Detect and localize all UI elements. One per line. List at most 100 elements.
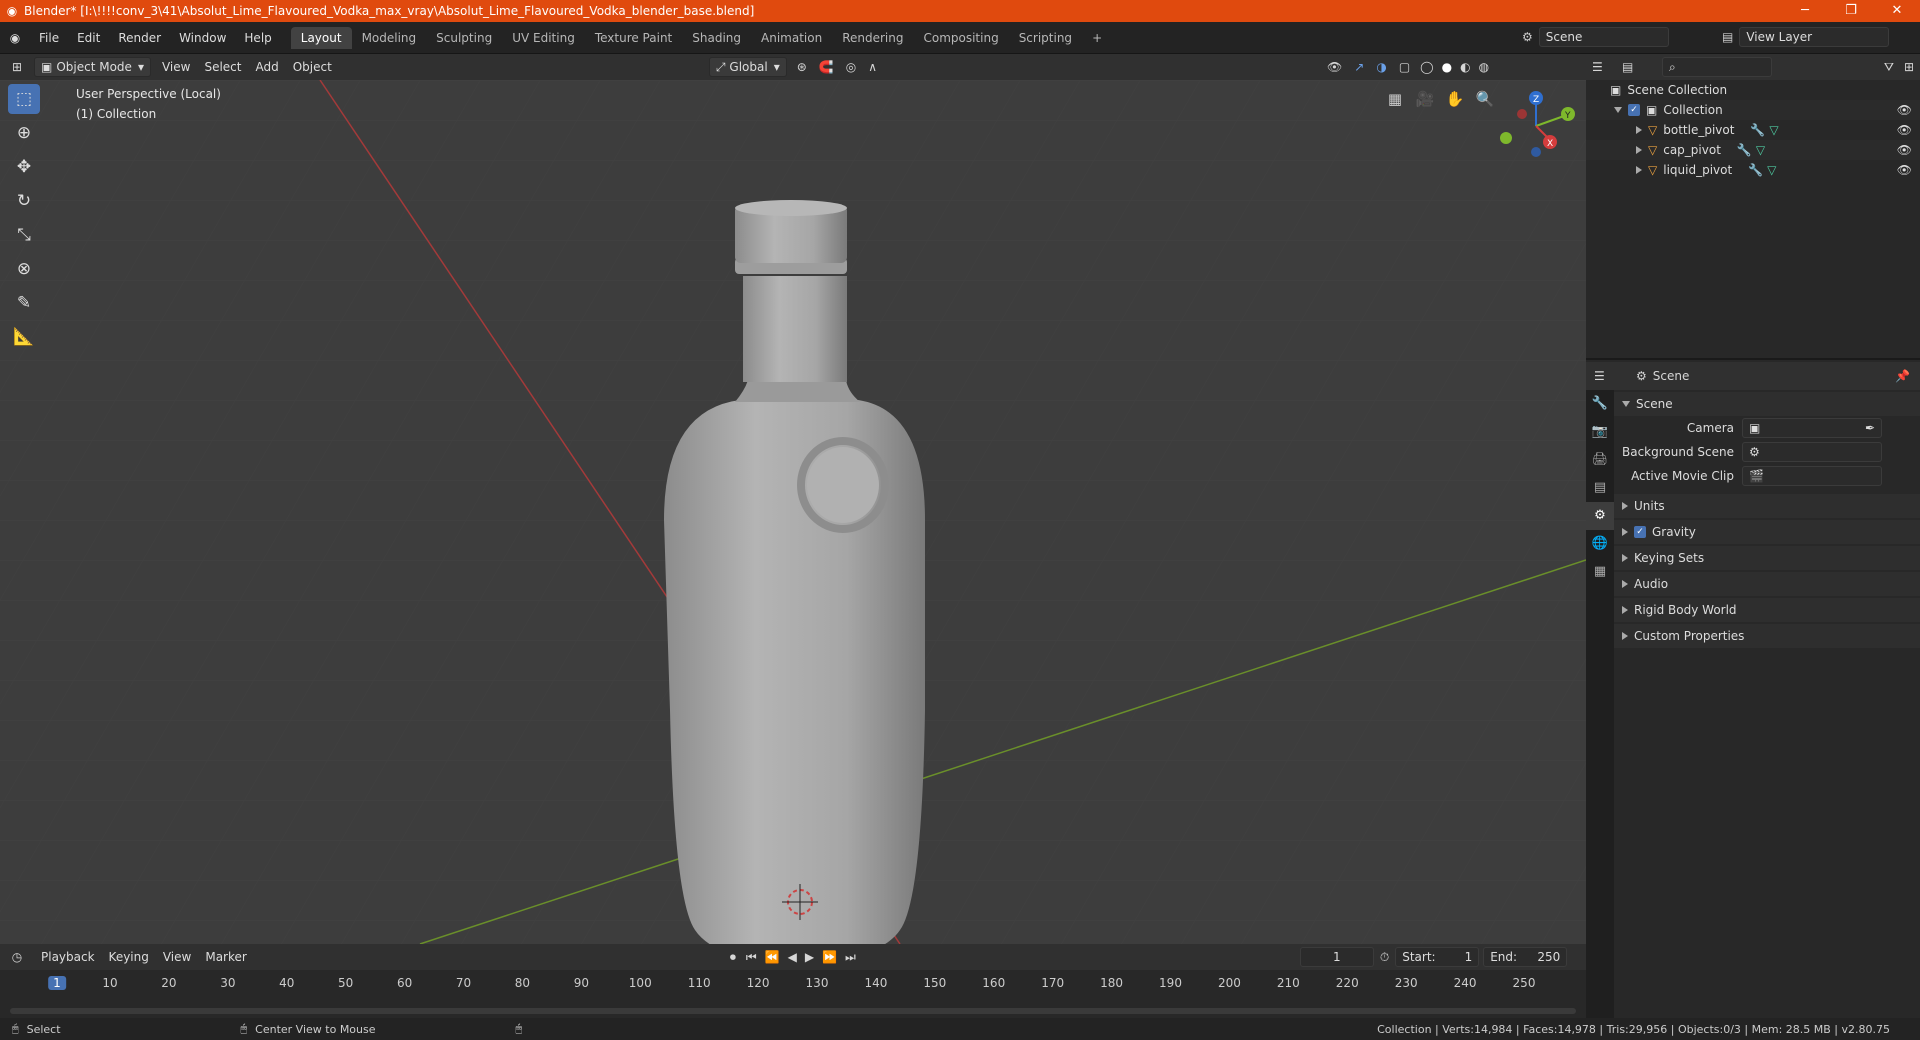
minimize-button[interactable]: ─ [1782, 0, 1828, 22]
timeline-menu-playback[interactable]: Playback [34, 950, 102, 964]
falloff-icon[interactable]: ∧ [862, 60, 883, 74]
gravity-panel-header[interactable]: ✓ Gravity [1614, 520, 1920, 544]
rotate-tool[interactable]: ↻ [8, 186, 40, 216]
viewport-menu-add[interactable]: Add [248, 60, 285, 74]
gizmo-toggle-icon[interactable]: ↗ [1348, 60, 1370, 74]
outliner-item-cap-pivot[interactable]: ▽ cap_pivot 🔧 ▽ 👁 [1586, 140, 1920, 160]
tab-rendering[interactable]: Rendering [832, 27, 913, 49]
end-frame-field[interactable]: End: 250 [1483, 947, 1568, 967]
display-mode-icon[interactable]: ▤ [1622, 60, 1652, 74]
view-layer-tab-icon[interactable]: ▤ [1586, 474, 1614, 502]
cursor-tool[interactable]: ⊕ [8, 118, 40, 148]
tab-scripting[interactable]: Scripting [1009, 27, 1082, 49]
pivot-icon[interactable]: ⊛ [791, 60, 813, 74]
object-tab-icon[interactable]: ▦ [1586, 558, 1614, 586]
active-movie-clip-field[interactable]: 🎬 [1742, 466, 1882, 486]
tab-animation[interactable]: Animation [751, 27, 832, 49]
expand-collection-icon[interactable] [1614, 107, 1622, 113]
audio-panel-header[interactable]: Audio [1614, 572, 1920, 596]
jump-end-icon[interactable]: ⏭ [841, 950, 860, 965]
view-layer-selector[interactable]: ▤ View Layer [1722, 26, 1918, 48]
editor-type-icon[interactable]: ⊞ [0, 60, 34, 74]
keying-sets-panel-header[interactable]: Keying Sets [1614, 546, 1920, 570]
eyedropper-icon[interactable]: ✒ [1865, 421, 1875, 435]
start-frame-field[interactable]: Start: 1 [1395, 947, 1480, 967]
outliner-collection[interactable]: ✓ ▣ Collection 👁 [1586, 100, 1920, 120]
expand-icon[interactable] [1636, 146, 1642, 154]
transform-tool[interactable]: ⊗ [8, 254, 40, 284]
camera-field[interactable]: ▣ ✒ [1742, 418, 1882, 438]
tool-tab-icon[interactable]: 🔧 [1586, 390, 1614, 418]
play-reverse-icon[interactable]: ◀ [784, 950, 801, 964]
snap-icon[interactable]: 🧲 [813, 60, 840, 74]
rendered-shading-icon[interactable]: ◍ [1475, 60, 1493, 74]
next-keyframe-icon[interactable]: ⏩ [818, 950, 841, 964]
outliner-editor-icon[interactable]: ☰ [1592, 60, 1622, 74]
menu-file[interactable]: File [30, 31, 68, 45]
timeline-menu-view[interactable]: View [156, 950, 198, 964]
rigid-body-world-panel-header[interactable]: Rigid Body World [1614, 598, 1920, 622]
maximize-button[interactable]: ❐ [1828, 0, 1874, 22]
mode-dropdown[interactable]: ▣ Object Mode ▾ [34, 57, 151, 77]
outliner-search-field[interactable]: ⌕ [1662, 57, 1772, 77]
annotate-tool[interactable]: ✎ [8, 288, 40, 318]
units-panel-header[interactable]: Units [1614, 494, 1920, 518]
menu-render[interactable]: Render [109, 31, 170, 45]
new-collection-icon[interactable]: ⊞ [1904, 60, 1914, 74]
play-icon[interactable]: ▶ [801, 950, 818, 964]
timeline-menu-keying[interactable]: Keying [102, 950, 156, 964]
tab-shading[interactable]: Shading [682, 27, 751, 49]
visibility-icon[interactable]: 👁 [1321, 60, 1348, 74]
proportional-edit-icon[interactable]: ◎ [840, 60, 862, 74]
eye-icon[interactable]: 👁 [1897, 103, 1912, 117]
xray-icon[interactable]: ▢ [1393, 60, 1416, 74]
tab-modeling[interactable]: Modeling [352, 27, 427, 49]
material-shading-icon[interactable]: ◐ [1456, 60, 1474, 74]
pan-hand-icon[interactable]: ✋ [1440, 86, 1470, 112]
overlay-toggle-icon[interactable]: ◑ [1370, 60, 1392, 74]
scene-tab-icon[interactable]: ⚙ [1586, 502, 1614, 530]
jump-start-icon[interactable]: ⏮ [742, 950, 761, 965]
timeline-scrollbar[interactable] [10, 1008, 1576, 1014]
filter-icon[interactable]: ⛛ [1884, 60, 1894, 75]
timeline-menu-marker[interactable]: Marker [198, 950, 253, 964]
add-workspace-button[interactable]: + [1082, 27, 1112, 49]
outliner-item-liquid-pivot[interactable]: ▽ liquid_pivot 🔧 ▽ 👁 [1586, 160, 1920, 180]
viewport-menu-select[interactable]: Select [197, 60, 248, 74]
measure-tool[interactable]: 📐 [8, 322, 40, 352]
scale-tool[interactable]: ⤡ [8, 220, 40, 250]
properties-editor-icon[interactable]: ☰ [1594, 369, 1624, 383]
pin-icon[interactable]: 📌 [1895, 369, 1910, 383]
outliner-scene-collection[interactable]: ▣ Scene Collection [1586, 80, 1920, 100]
menu-window[interactable]: Window [170, 31, 235, 45]
select-box-tool[interactable]: ⬚ [8, 84, 40, 114]
outliner-item-bottle-pivot[interactable]: ▽ bottle_pivot 🔧 ▽ 👁 [1586, 120, 1920, 140]
record-icon[interactable]: ⏺ [724, 950, 742, 965]
tab-texture-paint[interactable]: Texture Paint [585, 27, 682, 49]
viewport-menu-view[interactable]: View [155, 60, 197, 74]
tab-uv-editing[interactable]: UV Editing [502, 27, 585, 49]
camera-view-icon[interactable]: 🎥 [1410, 86, 1440, 112]
frame-ruler[interactable]: 1 10 20 30 40 50 60 70 80 90 100 110 120 130 140 150 160… [0, 972, 1586, 996]
menu-help[interactable]: Help [235, 31, 280, 45]
wireframe-shading-icon[interactable]: ◯ [1416, 60, 1437, 74]
tab-sculpting[interactable]: Sculpting [426, 27, 502, 49]
blender-menu-icon[interactable]: ◉ [0, 31, 30, 45]
timeline-editor-icon[interactable]: ◷ [0, 950, 34, 964]
output-tab-icon[interactable]: 🖨 [1586, 446, 1614, 474]
grid-view-icon[interactable]: ▦ [1380, 86, 1410, 112]
view-layer-field[interactable]: View Layer [1739, 27, 1890, 47]
tab-compositing[interactable]: Compositing [913, 27, 1008, 49]
eye-icon[interactable]: 👁 [1897, 143, 1912, 157]
eye-icon[interactable]: 👁 [1897, 123, 1912, 137]
3d-viewport[interactable]: Z Y X ⬚ ⊕ ✥ ↻ ⤡ ⊗ ✎ 📐 User Perspective (… [0, 80, 1586, 944]
viewport-menu-object[interactable]: Object [286, 60, 339, 74]
world-tab-icon[interactable]: 🌐 [1586, 530, 1614, 558]
render-tab-icon[interactable]: 📷 [1586, 418, 1614, 446]
expand-icon[interactable] [1636, 126, 1642, 134]
stopwatch-icon[interactable]: ⏱ [1380, 950, 1389, 965]
current-frame-field[interactable]: 1 [1299, 947, 1374, 967]
scene-field[interactable]: Scene [1538, 27, 1669, 47]
close-button[interactable]: ✕ [1874, 0, 1920, 22]
move-tool[interactable]: ✥ [8, 152, 40, 182]
